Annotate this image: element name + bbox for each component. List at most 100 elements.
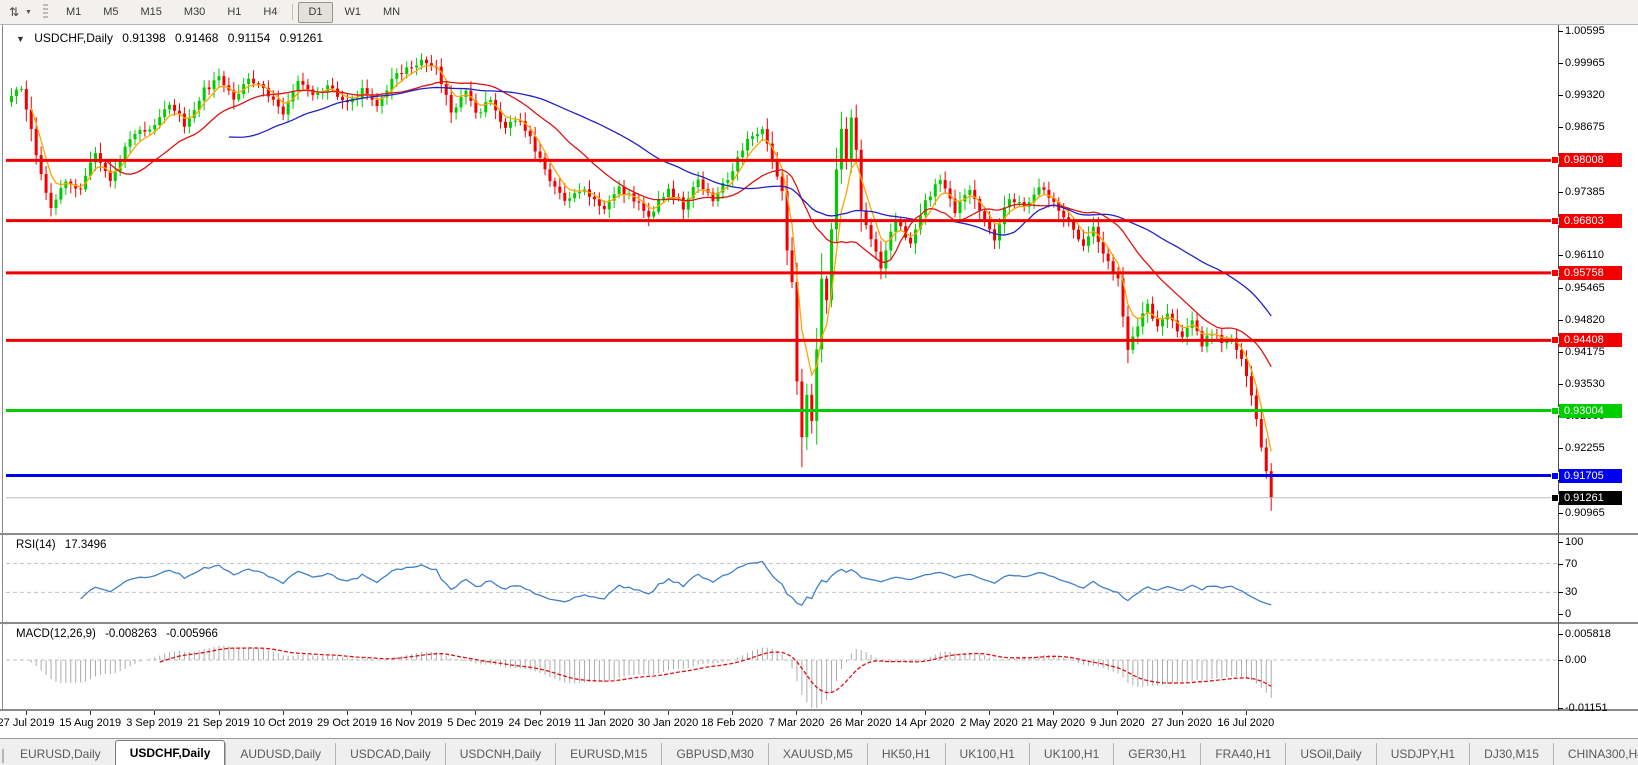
chart-tab[interactable]: EURUSD,Daily (6, 743, 115, 765)
chart-tab[interactable]: GER30,H1 (1113, 743, 1200, 765)
chart-tab[interactable]: USDCNH,Daily (445, 743, 555, 765)
tab-corner-button[interactable] (2, 749, 4, 763)
chart-tabs: EURUSD,DailyUSDCHF,DailyAUDUSD,DailyUSDC… (6, 740, 1638, 765)
price-tick-label: 0.95465 (1565, 282, 1605, 294)
time-tick (1117, 711, 1118, 715)
chart-tab[interactable]: UK100,H1 (1029, 743, 1113, 765)
timeframe-button-M1[interactable]: M1 (56, 2, 91, 23)
time-tick (925, 711, 926, 715)
level-line-marker (1551, 269, 1559, 277)
rsi-scale-label: 0 (1565, 608, 1571, 620)
time-label: 15 Aug 2019 (59, 717, 121, 729)
moving-averages-layer (31, 66, 1271, 452)
time-tick (1182, 711, 1183, 715)
time-tick (475, 711, 476, 715)
macd-scale-label: 0.005818 (1565, 628, 1611, 640)
ohlc-close: 0.91261 (280, 31, 323, 45)
price-tick-label: 0.90965 (1565, 507, 1605, 519)
time-label: 16 Nov 2019 (380, 717, 442, 729)
macd-label: MACD(12,26,9) -0.008263 -0.005966 (16, 628, 224, 640)
time-tick (540, 711, 541, 715)
rsi-scale-tick (1558, 614, 1563, 615)
timeframe-button-H4[interactable]: H4 (253, 2, 287, 23)
price-tick-label: 0.93530 (1565, 378, 1605, 390)
time-label: 5 Dec 2019 (447, 717, 503, 729)
timeframe-button-M15[interactable]: M15 (131, 2, 172, 23)
timeframe-button-W1[interactable]: W1 (335, 2, 372, 23)
macd-indicator-canvas[interactable] (6, 625, 1558, 709)
time-label: 18 Feb 2020 (701, 717, 763, 729)
macd-value: -0.008263 (105, 628, 157, 640)
panel-splitter-macd[interactable] (0, 622, 1638, 624)
price-tick-mark (1558, 352, 1563, 353)
chart-tab[interactable]: HK50,H1 (867, 743, 945, 765)
chart-tab[interactable]: USDJPY,H1 (1376, 743, 1469, 765)
chart-tab[interactable]: CHINA300,H4 (1553, 743, 1638, 765)
time-label: 2 May 2020 (960, 717, 1017, 729)
rsi-value: 17.3496 (65, 539, 107, 551)
price-tick-mark (1558, 513, 1563, 514)
time-tick (668, 711, 669, 715)
time-tick (347, 711, 348, 715)
level-line-marker (1551, 156, 1559, 164)
rsi-scale-tick (1558, 542, 1563, 543)
macd-scale-tick (1558, 634, 1563, 635)
chart-tab[interactable]: AUDUSD,Daily (225, 743, 335, 765)
timeframe-button-D1[interactable]: D1 (298, 2, 332, 23)
chart-tab[interactable]: FRA40,H1 (1200, 743, 1285, 765)
time-tick (861, 711, 862, 715)
toolbar-separator (292, 4, 293, 20)
time-label: 27 Jul 2019 (0, 717, 54, 729)
price-level-label: 0.91705 (1559, 469, 1622, 483)
cursor-mode-caret-icon[interactable]: ▼ (25, 9, 32, 16)
horizontal-levels-layer[interactable] (6, 160, 1558, 475)
price-level-label: 0.93004 (1559, 404, 1622, 418)
price-tick-mark (1558, 63, 1563, 64)
time-tick (90, 711, 91, 715)
time-axis[interactable]: 27 Jul 201915 Aug 20193 Sep 201921 Sep 2… (0, 711, 1638, 738)
symbol-caret-icon[interactable]: ▼ (16, 34, 25, 44)
chart-tab[interactable]: XAUUSD,M5 (768, 743, 867, 765)
macd-scale-tick (1558, 708, 1563, 709)
chart-tab[interactable]: USDCAD,Daily (335, 743, 445, 765)
time-label: 29 Oct 2019 (317, 717, 377, 729)
timeframe-button-H1[interactable]: H1 (217, 2, 251, 23)
timeframe-button-MN[interactable]: MN (373, 2, 410, 23)
timeframe-button-M5[interactable]: M5 (93, 2, 128, 23)
panel-splitter-rsi[interactable] (0, 533, 1638, 535)
chart-tab[interactable]: DJ30,M15 (1469, 743, 1553, 765)
chart-tab[interactable]: EURUSD,M15 (555, 743, 661, 765)
macd-scale-label: 0.00 (1565, 654, 1586, 666)
price-tick-mark (1558, 95, 1563, 96)
rsi-name: RSI(14) (16, 539, 56, 551)
time-tick (604, 711, 605, 715)
time-tick (989, 711, 990, 715)
ohlc-low: 0.91154 (228, 31, 271, 45)
timeframe-button-M30[interactable]: M30 (174, 2, 215, 23)
time-tick (796, 711, 797, 715)
chart-tab[interactable]: USOil,Daily (1285, 743, 1375, 765)
chart-tab[interactable]: GBPUSD,M30 (661, 743, 767, 765)
macd-scale-tick (1558, 660, 1563, 661)
time-tick (1053, 711, 1054, 715)
chart-tab-active[interactable]: USDCHF,Daily (115, 740, 226, 765)
price-tick-mark (1558, 448, 1563, 449)
chart-tab[interactable]: UK100,H1 (945, 743, 1029, 765)
price-tick-label: 1.00595 (1565, 25, 1605, 37)
price-chart-canvas[interactable] (6, 25, 1558, 533)
time-label: 10 Oct 2019 (253, 717, 313, 729)
ohlc-open: 0.91398 (122, 31, 165, 45)
rsi-indicator-canvas[interactable] (6, 536, 1558, 620)
price-tick-mark (1558, 255, 1563, 256)
macd-signal-value: -0.005966 (166, 628, 218, 640)
top-toolbar: ⇅ ▼ M1M5M15M30H1H4 D1W1MN (0, 0, 1638, 25)
time-label: 27 Jun 2020 (1151, 717, 1212, 729)
time-tick (154, 711, 155, 715)
chart-tab-bar: EURUSD,DailyUSDCHF,DailyAUDUSD,DailyUSDC… (0, 738, 1638, 765)
time-tick (411, 711, 412, 715)
price-tick-label: 0.94820 (1565, 314, 1605, 326)
time-label: 21 Sep 2019 (187, 717, 249, 729)
toolbar-drag-handle[interactable] (43, 4, 48, 20)
price-tick-label: 0.94175 (1565, 346, 1605, 358)
cursor-mode-icon[interactable]: ⇅ (4, 3, 24, 21)
